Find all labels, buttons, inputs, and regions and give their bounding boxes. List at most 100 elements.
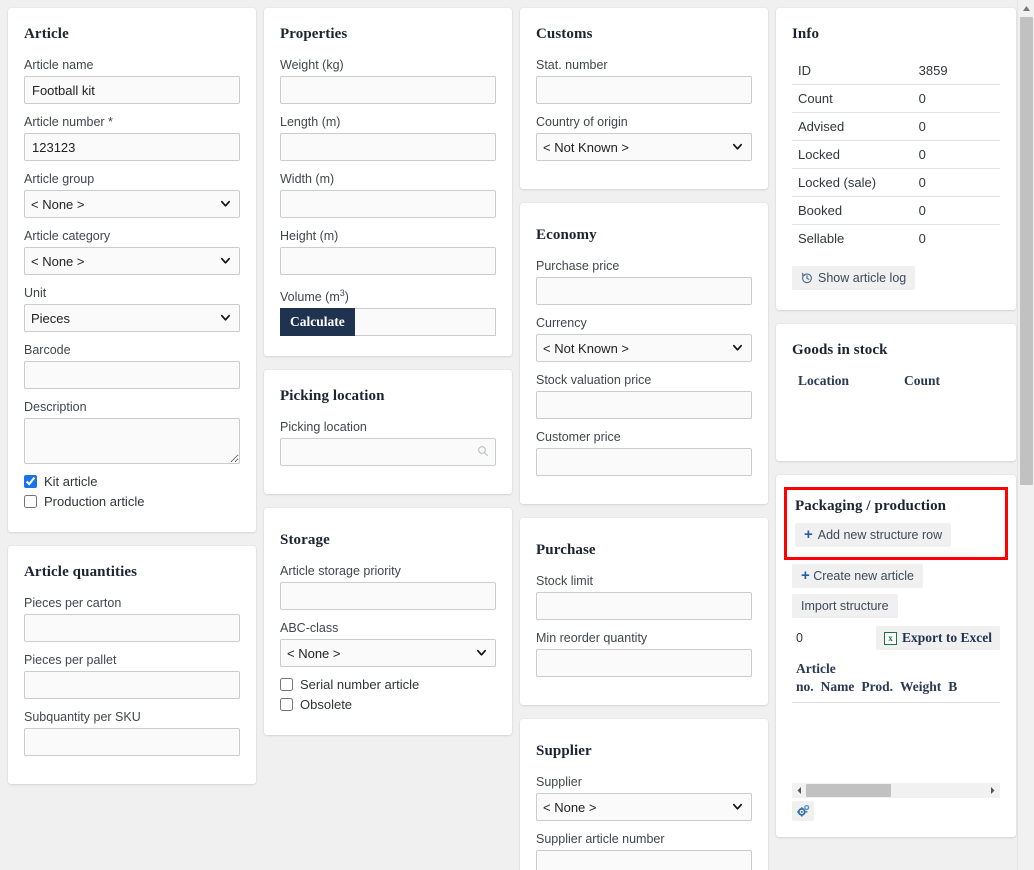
info-row-label: Locked (sale)	[792, 168, 913, 197]
info-row-value: 0	[912, 84, 1000, 113]
table-row: Count 0	[792, 84, 1000, 113]
width-input[interactable]	[280, 190, 496, 218]
weight-input[interactable]	[280, 76, 496, 104]
article-number-label: Article number *	[24, 115, 113, 129]
country-of-origin-label: Country of origin	[536, 115, 628, 129]
goods-in-stock-card: Goods in stock Location Count	[776, 324, 1016, 461]
stock-valuation-price-label: Stock valuation price	[536, 373, 652, 387]
info-row-value: 0	[912, 140, 1000, 169]
supplier-label: Supplier	[536, 775, 582, 789]
abc-class-select-wrap: < None >	[280, 639, 496, 668]
kit-article-checkbox-row[interactable]: Kit article	[24, 474, 240, 489]
min-reorder-quantity-input[interactable]	[536, 649, 752, 677]
page-vertical-scrollbar[interactable]	[1017, 0, 1034, 870]
purchase-price-input[interactable]	[536, 277, 752, 305]
article-category-select[interactable]: < None >	[24, 247, 240, 275]
show-article-log-label: Show article log	[818, 271, 907, 285]
history-clock-icon	[802, 272, 812, 284]
goods-column-count: Count	[904, 373, 941, 388]
production-article-checkbox[interactable]	[24, 495, 37, 508]
table-row: Sellable 0	[792, 225, 1000, 253]
scroll-right-arrow-icon[interactable]	[988, 786, 997, 795]
calculate-button[interactable]: Calculate	[280, 308, 355, 337]
import-structure-label: Import structure	[801, 599, 889, 613]
picking-location-card: Picking location Picking location	[264, 370, 512, 495]
properties-card: Properties Weight (kg) Length (m) Width …	[264, 8, 512, 357]
show-article-log-button[interactable]: Show article log	[792, 266, 916, 290]
serial-number-article-checkbox[interactable]	[280, 678, 293, 692]
weight-label: Weight (kg)	[280, 58, 344, 72]
gear-settings-icon	[797, 804, 810, 817]
economy-card: Economy Purchase price Currency < Not Kn…	[520, 203, 768, 504]
packaging-column-weight: Weight	[900, 679, 942, 694]
customer-price-input[interactable]	[536, 448, 752, 476]
purchase-title: Purchase	[536, 542, 596, 558]
import-structure-button[interactable]: Import structure	[792, 594, 898, 618]
serial-number-article-label: Serial number article	[300, 677, 420, 693]
stock-valuation-price-input[interactable]	[536, 391, 752, 419]
pieces-per-pallet-input[interactable]	[24, 671, 240, 699]
goods-in-stock-body	[792, 389, 1000, 443]
customer-price-label: Customer price	[536, 430, 621, 444]
volume-input[interactable]	[354, 308, 496, 337]
pieces-per-carton-input[interactable]	[24, 614, 240, 642]
add-new-structure-row-button[interactable]: + Add new structure row	[795, 523, 952, 547]
scrollbar-thumb[interactable]	[1020, 17, 1033, 485]
supplier-select[interactable]: < None >	[536, 793, 752, 821]
serial-number-checkbox-row[interactable]: Serial number article	[280, 677, 496, 692]
volume-label-suffix: )	[344, 290, 349, 305]
abc-class-label: ABC-class	[280, 621, 339, 636]
production-article-checkbox-row[interactable]: Production article	[24, 494, 240, 509]
article-name-input[interactable]	[24, 76, 240, 104]
storage-priority-input[interactable]	[280, 582, 496, 611]
export-to-excel-button[interactable]: x Export to Excel	[876, 626, 1000, 650]
info-row-value: 0	[912, 168, 1000, 197]
article-group-select-wrap: < None >	[24, 190, 240, 218]
info-table: ID 3859 Count 0 Advised 0 Locked 0 Locke…	[792, 57, 1000, 252]
country-of-origin-select-wrap: < Not Known >	[536, 133, 752, 161]
barcode-input[interactable]	[24, 361, 240, 389]
info-row-label: Locked	[792, 140, 913, 169]
economy-title: Economy	[536, 227, 597, 243]
stat-number-input[interactable]	[536, 76, 752, 104]
obsolete-checkbox-row[interactable]: Obsolete	[280, 697, 496, 712]
length-input[interactable]	[280, 133, 496, 161]
stock-limit-input[interactable]	[536, 592, 752, 620]
unit-label: Unit	[24, 286, 47, 300]
article-group-select[interactable]: < None >	[24, 190, 240, 218]
picking-location-input[interactable]	[280, 438, 496, 467]
packaging-title: Packaging / production	[795, 498, 947, 514]
supplier-article-number-input[interactable]	[536, 850, 752, 870]
plus-icon: +	[804, 526, 813, 543]
min-reorder-quantity-label: Min reorder quantity	[536, 631, 648, 645]
obsolete-checkbox[interactable]	[280, 698, 293, 712]
article-number-input[interactable]	[24, 133, 240, 161]
scrollbar-thumb[interactable]	[806, 784, 891, 797]
height-input[interactable]	[280, 247, 496, 275]
currency-select[interactable]: < Not Known >	[536, 334, 752, 362]
unit-select[interactable]: Pieces	[24, 304, 240, 332]
packaging-horizontal-scrollbar[interactable]	[792, 783, 1000, 798]
packaging-table-body	[792, 703, 1000, 779]
info-row-label: ID	[792, 57, 913, 85]
currency-select-wrap: < Not Known >	[536, 334, 752, 362]
table-row: Locked (sale) 0	[792, 168, 1000, 197]
column-2: Properties Weight (kg) Length (m) Width …	[264, 8, 512, 749]
subquantity-per-sku-input[interactable]	[24, 728, 240, 756]
article-category-select-wrap: < None >	[24, 247, 240, 275]
abc-class-select[interactable]: < None >	[280, 639, 496, 668]
info-row-value: 3859	[912, 57, 1000, 85]
country-of-origin-select[interactable]: < Not Known >	[536, 133, 752, 161]
card-columns: Article Article name Article number * Ar…	[0, 0, 1034, 870]
kit-article-checkbox[interactable]	[24, 475, 37, 488]
packaging-settings-button[interactable]	[792, 801, 814, 821]
length-label: Length (m)	[280, 115, 341, 129]
scroll-up-arrow-icon[interactable]	[1022, 5, 1031, 12]
create-new-article-button[interactable]: + Create new article	[792, 564, 923, 588]
article-category-label: Article category	[24, 229, 111, 243]
purchase-price-label: Purchase price	[536, 259, 620, 273]
storage-priority-label: Article storage priority	[280, 564, 401, 579]
scroll-left-arrow-icon[interactable]	[795, 786, 804, 795]
picking-location-title: Picking location	[280, 388, 385, 405]
description-textarea[interactable]	[24, 418, 240, 464]
